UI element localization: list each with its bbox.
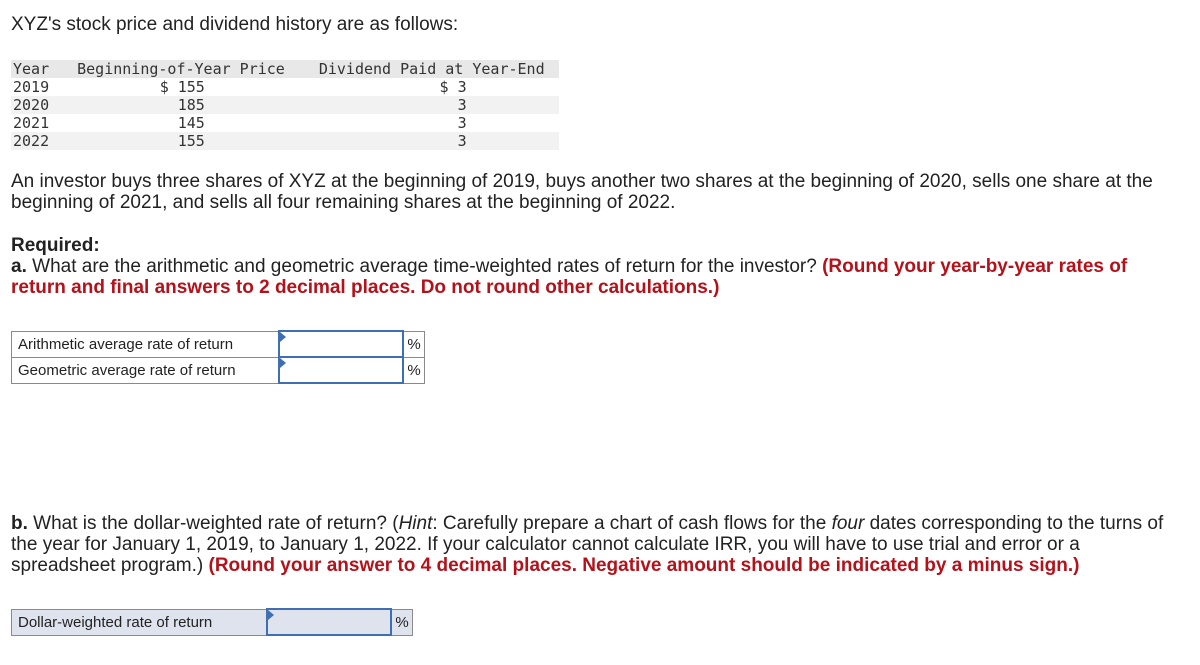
dollar-weighted-input[interactable] [268, 611, 390, 633]
percent-unit: % [390, 608, 413, 636]
answer-row-dollar-weighted: Dollar-weighted rate of return % [11, 608, 413, 636]
arithmetic-label: Arithmetic average rate of return [11, 330, 280, 358]
table-row: 2022 155 3 [11, 132, 559, 150]
header-price: Beginning-of-Year Price [69, 60, 293, 78]
percent-unit: % [402, 356, 425, 384]
table-row: 2021 145 3 [11, 114, 559, 132]
cell-price: $ 155 [159, 78, 205, 96]
part-a-question: a. What are the arithmetic and geometric… [11, 256, 1181, 298]
table-header-row: Year Beginning-of-Year Price Dividend Pa… [11, 60, 559, 78]
scenario-text: An investor buys three shares of XYZ at … [11, 171, 1153, 213]
geometric-average-input[interactable] [280, 359, 402, 381]
table-row: 2019 $ 155 $ 3 [11, 78, 559, 96]
input-flag-icon [268, 610, 274, 620]
header-year: Year [11, 60, 70, 78]
required-section: Required: a. What are the arithmetic and… [11, 235, 1181, 298]
answer-row-geometric: Geometric average rate of return % [11, 356, 425, 384]
intro-text: XYZ's stock price and dividend history a… [11, 14, 459, 35]
cell-dividend: $ 3 [439, 78, 467, 96]
cell-price: 155 [69, 132, 293, 150]
part-a-answer-table: Arithmetic average rate of return % Geom… [11, 330, 425, 384]
cell-year: 2022 [11, 132, 70, 150]
percent-unit: % [402, 330, 425, 358]
part-b-text-2: : Carefully prepare a chart of cash flow… [432, 513, 832, 534]
cell-year: 2019 [13, 78, 50, 96]
dollar-weighted-input-cell [266, 608, 392, 636]
table-row: 2020 185 3 [11, 96, 559, 114]
dollar-weighted-label: Dollar-weighted rate of return [11, 608, 268, 636]
part-b-text-1: What is the dollar-weighted rate of retu… [27, 513, 399, 534]
geometric-input-cell [278, 356, 404, 384]
cell-dividend: 3 [292, 96, 559, 114]
part-a-prefix: a. [11, 256, 27, 277]
arithmetic-average-input[interactable] [280, 333, 402, 355]
part-b-question: b. What is the dollar-weighted rate of r… [11, 513, 1181, 576]
input-flag-icon [280, 358, 286, 368]
input-flag-icon [280, 332, 286, 342]
required-label: Required: [11, 235, 100, 256]
cell-dividend: 3 [292, 132, 559, 150]
part-b-instruction: (Round your answer to 4 decimal places. … [208, 555, 1080, 576]
header-dividend: Dividend Paid at Year-End [292, 60, 559, 78]
answer-row-arithmetic: Arithmetic average rate of return % [11, 330, 425, 358]
emphasis-four: four [831, 513, 865, 534]
cell-year: 2021 [13, 114, 50, 132]
cell-price: 145 [177, 114, 205, 132]
cell-dividend: 3 [457, 114, 467, 132]
part-a-text: What are the arithmetic and geometric av… [26, 256, 823, 277]
part-b-prefix: b. [11, 513, 28, 534]
part-b-answer-table: Dollar-weighted rate of return % [11, 608, 413, 636]
geometric-label: Geometric average rate of return [11, 356, 280, 384]
cell-year: 2020 [11, 96, 70, 114]
cell-price: 185 [69, 96, 293, 114]
hint-label: Hint [398, 513, 433, 534]
arithmetic-input-cell [278, 330, 404, 358]
stock-history-table: Year Beginning-of-Year Price Dividend Pa… [11, 60, 559, 150]
